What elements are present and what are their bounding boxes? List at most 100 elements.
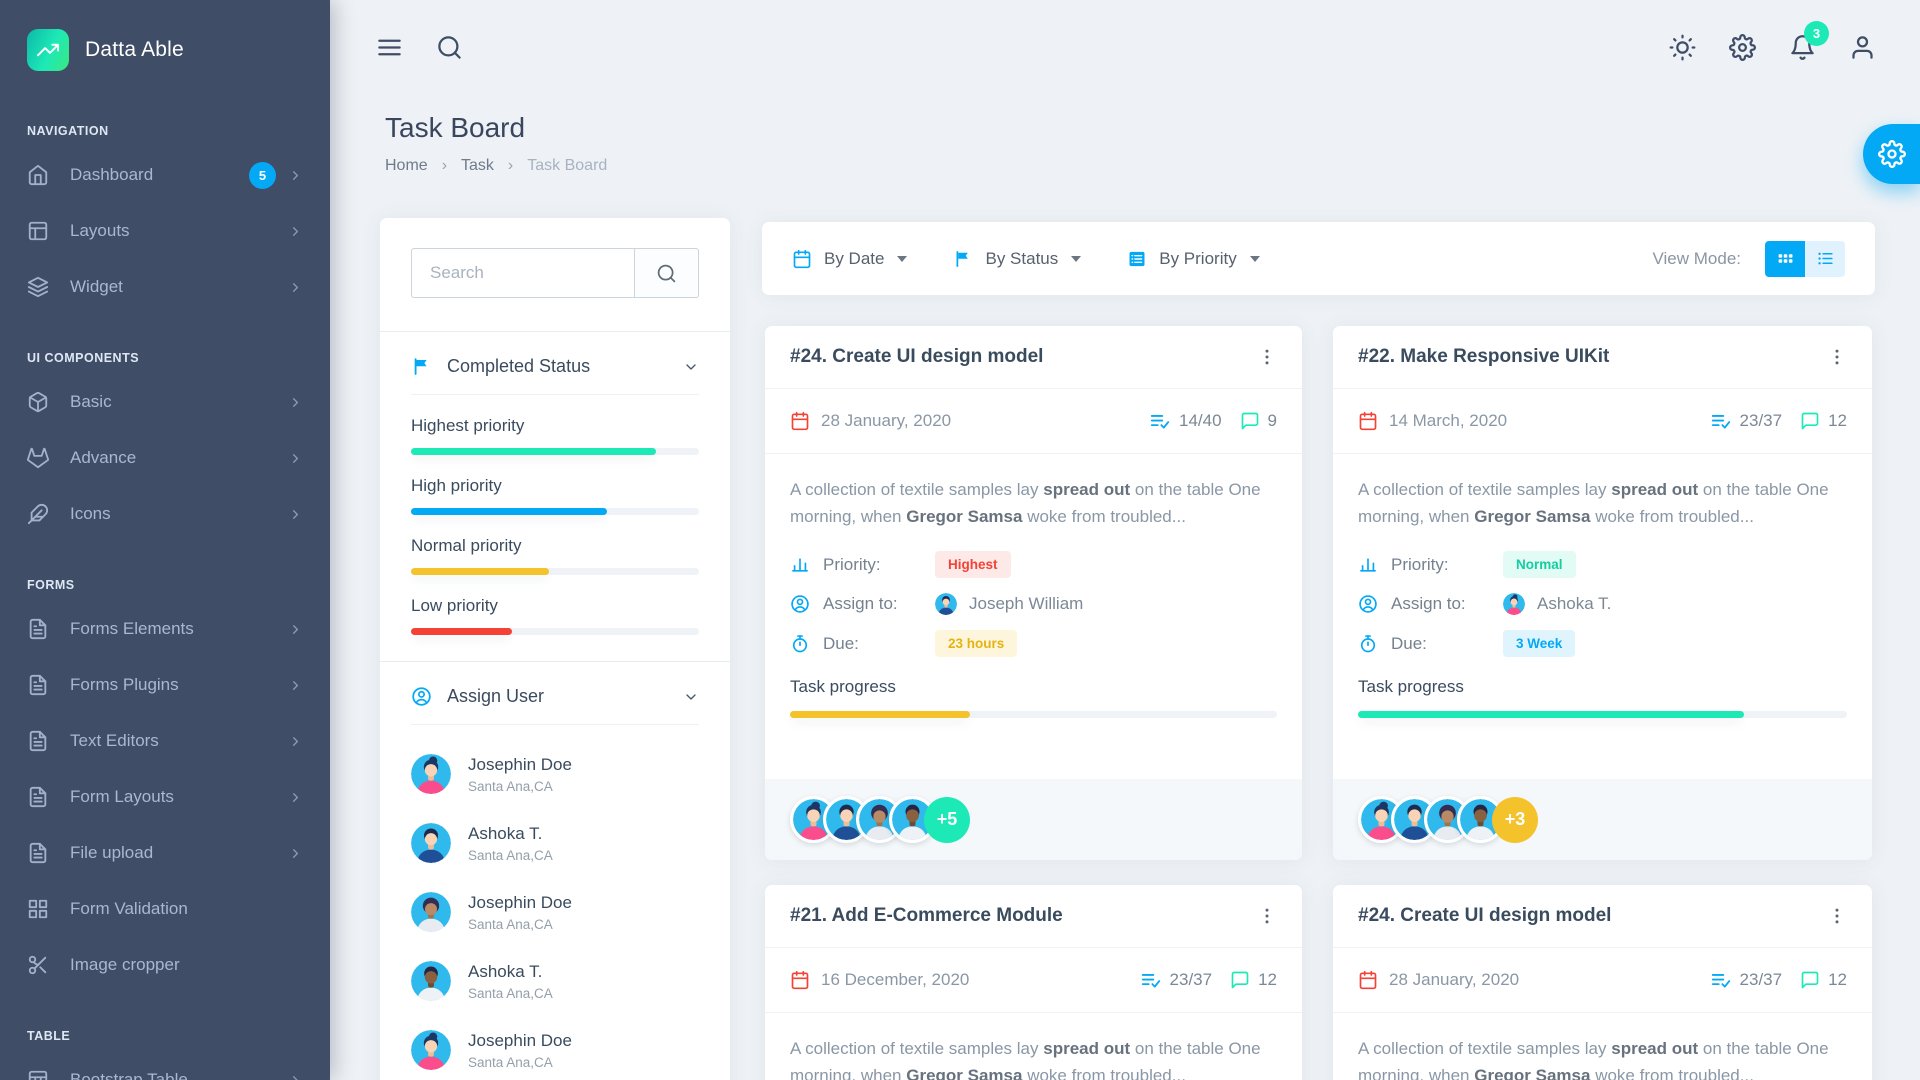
menu-icon[interactable]: [376, 34, 403, 61]
kebab-menu-icon[interactable]: [1827, 347, 1847, 367]
sort-by-date-button[interactable]: By Date: [792, 249, 907, 269]
breadcrumb-separator: ›: [442, 157, 447, 175]
app-logo[interactable]: Datta Able: [0, 0, 330, 100]
task-card: #24. Create UI design model 28 January, …: [1333, 885, 1872, 1080]
user-list-item[interactable]: Josephin Doe Santa Ana,CA: [411, 1030, 699, 1070]
breadcrumb-separator: ›: [508, 157, 513, 175]
due-badge: 3 Week: [1503, 630, 1575, 657]
chevron-right-icon: [288, 678, 303, 693]
chevron-right-icon: [288, 280, 303, 295]
home-icon: [27, 164, 49, 186]
sidebar-item-file-upload[interactable]: File upload: [0, 825, 330, 881]
file-text-icon: [27, 786, 49, 808]
sidebar-item-form-validation[interactable]: Form Validation: [0, 881, 330, 937]
kebab-menu-icon[interactable]: [1257, 347, 1277, 367]
sidebar-item-basic[interactable]: Basic: [0, 374, 330, 430]
file-text-icon: [27, 730, 49, 752]
divider: [411, 724, 699, 725]
assign-user-title: Assign User: [447, 686, 544, 707]
list-view-icon: [1816, 249, 1835, 268]
settings-icon[interactable]: [1729, 34, 1756, 61]
task-date: 14 March, 2020: [1358, 411, 1507, 431]
sidebar-item-form-layouts[interactable]: Form Layouts: [0, 769, 330, 825]
file-text-icon: [27, 842, 49, 864]
sidebar-item-image-cropper[interactable]: Image cropper: [0, 937, 330, 993]
extra-members-badge[interactable]: +3: [1492, 797, 1538, 843]
calendar-icon: [790, 411, 810, 431]
user-list-item[interactable]: Ashoka T. Santa Ana,CA: [411, 823, 699, 863]
comment-icon: [1240, 411, 1260, 431]
task-card: #22. Make Responsive UIKit 14 March, 202…: [1333, 326, 1872, 860]
grid-view-button[interactable]: [1765, 241, 1805, 277]
extra-members-badge[interactable]: +5: [924, 797, 970, 843]
user-list-item[interactable]: Josephin Doe Santa Ana,CA: [411, 892, 699, 932]
chevron-right-icon: [288, 1073, 303, 1080]
breadcrumb-task[interactable]: Task: [461, 157, 494, 175]
progress-track: [411, 568, 699, 575]
priority-filter-highest[interactable]: Highest priority: [411, 416, 699, 455]
sidebar-item-dashboard[interactable]: Dashboard 5: [0, 147, 330, 203]
search-icon: [656, 263, 677, 284]
subtask-count: 23/37: [1740, 411, 1783, 431]
sidebar-item-advance[interactable]: Advance: [0, 430, 330, 486]
user-list-item[interactable]: Josephin Doe Santa Ana,CA: [411, 754, 699, 794]
user-circle-icon: [1358, 594, 1378, 614]
sun-icon[interactable]: [1669, 34, 1696, 61]
priority-filter-low[interactable]: Low priority: [411, 596, 699, 635]
task-title: #22. Make Responsive UIKit: [1358, 346, 1609, 368]
breadcrumb: Home › Task › Task Board: [385, 157, 607, 175]
notifications-button[interactable]: 3: [1789, 34, 1816, 61]
sidebar-item-bootstrap-table[interactable]: Bootstrap Table: [0, 1052, 330, 1080]
search-button[interactable]: [635, 248, 699, 298]
sort-by-status-button[interactable]: By Status: [953, 249, 1081, 269]
task-progress-label: Task progress: [1358, 677, 1847, 697]
breadcrumb-home[interactable]: Home: [385, 157, 428, 175]
sidebar-item-layouts[interactable]: Layouts: [0, 203, 330, 259]
kebab-menu-icon[interactable]: [1827, 906, 1847, 926]
chevron-right-icon: [288, 507, 303, 522]
page-head: Task Board Home › Task › Task Board: [385, 112, 607, 175]
assignee[interactable]: Joseph William: [935, 593, 1083, 615]
stopwatch-icon: [790, 634, 810, 654]
bar-chart-icon: [1358, 555, 1378, 575]
avatar: [411, 754, 451, 794]
file-text-icon: [27, 674, 49, 696]
kebab-menu-icon[interactable]: [1257, 906, 1277, 926]
sidebar-caption-table: TABLE: [0, 993, 330, 1052]
due-label: Due:: [1391, 634, 1503, 654]
list-view-button[interactable]: [1805, 241, 1845, 277]
sort-by-priority-button[interactable]: By Priority: [1127, 249, 1259, 269]
user-list-item[interactable]: Ashoka T. Santa Ana,CA: [411, 961, 699, 1001]
calendar-icon: [1358, 970, 1378, 990]
priority-label: Priority:: [1391, 555, 1503, 575]
task-card-footer: +5: [765, 779, 1302, 860]
priority-filter-high[interactable]: High priority: [411, 476, 699, 515]
sidebar-item-icons[interactable]: Icons: [0, 486, 330, 542]
chevron-right-icon: [288, 734, 303, 749]
chevron-right-icon: [288, 224, 303, 239]
user-icon[interactable]: [1849, 34, 1876, 61]
sidebar-item-forms-plugins[interactable]: Forms Plugins: [0, 657, 330, 713]
filters-panel: Completed Status Highest priority High p…: [380, 218, 730, 1080]
chevron-down-icon[interactable]: [683, 689, 699, 705]
task-date: 28 January, 2020: [1358, 970, 1519, 990]
chevron-down-icon[interactable]: [683, 359, 699, 375]
assign-user-section: Assign User Josephin Doe Santa Ana,CA As…: [380, 662, 730, 1070]
sidebar-item-widget[interactable]: Widget: [0, 259, 330, 315]
caret-down-icon: [897, 256, 907, 262]
sidebar-item-forms-elements[interactable]: Forms Elements: [0, 601, 330, 657]
breadcrumb-current: Task Board: [527, 157, 607, 175]
stopwatch-icon: [1358, 634, 1378, 654]
priority-filter-normal[interactable]: Normal priority: [411, 536, 699, 575]
user-circle-icon: [411, 686, 432, 707]
quick-settings-button[interactable]: [1863, 124, 1920, 184]
assignee[interactable]: Ashoka T.: [1503, 593, 1611, 615]
avatar: [935, 593, 957, 615]
notification-count-badge: 3: [1804, 21, 1829, 46]
search-input[interactable]: [411, 248, 635, 298]
layers-icon: [27, 276, 49, 298]
app-title: Datta Able: [85, 38, 184, 62]
search-icon[interactable]: [436, 34, 463, 61]
assign-label: Assign to:: [823, 594, 935, 614]
sidebar-item-text-editors[interactable]: Text Editors: [0, 713, 330, 769]
